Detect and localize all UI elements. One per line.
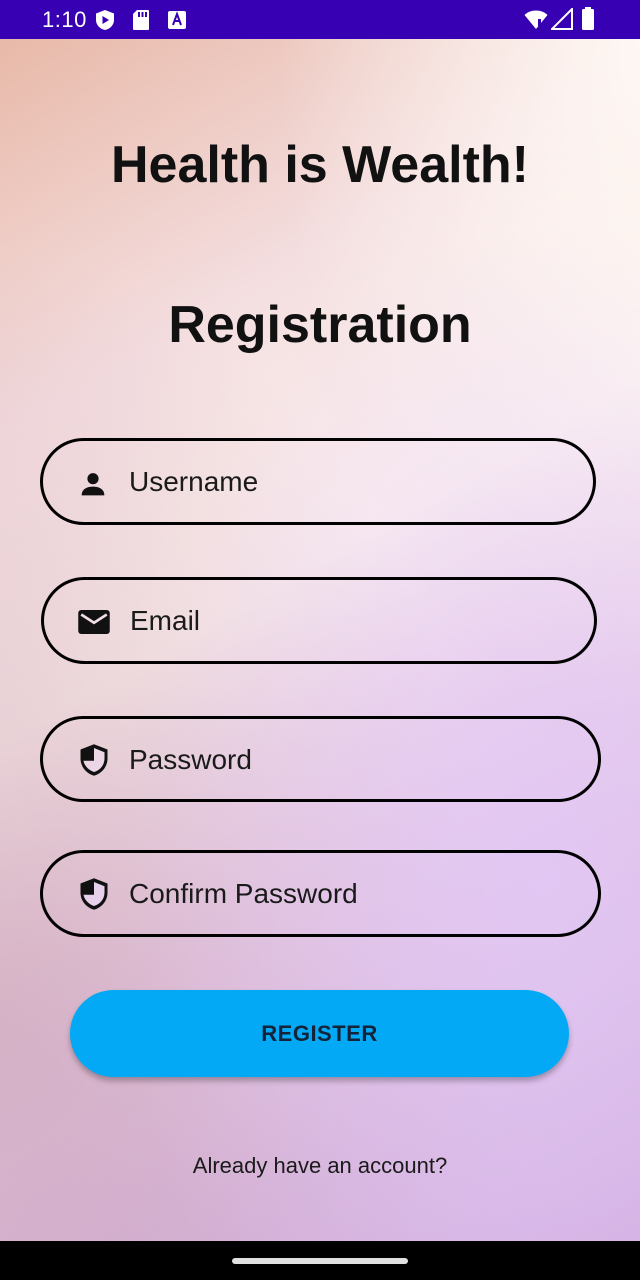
person-icon	[81, 473, 105, 496]
battery-icon	[582, 7, 594, 30]
registration-screen: Health is Wealth! Registration Username …	[0, 39, 640, 1241]
home-gesture-handle[interactable]	[232, 1258, 408, 1264]
shield-icon	[80, 878, 108, 910]
register-button[interactable]: REGISTER	[70, 990, 569, 1077]
status-time: 1:10	[42, 7, 87, 32]
password-placeholder: Password	[129, 744, 252, 775]
username-field[interactable]: Username	[40, 438, 596, 525]
confirm-password-placeholder: Confirm Password	[129, 878, 358, 909]
cell-signal-icon	[551, 8, 573, 30]
page-title: Registration	[168, 296, 472, 354]
accessibility-a-icon	[168, 11, 186, 29]
password-field[interactable]: Password	[40, 716, 601, 802]
status-bar: 1:10	[0, 0, 640, 39]
username-placeholder: Username	[129, 466, 259, 497]
mail-icon	[78, 610, 110, 634]
tagline: Health is Wealth!	[110, 136, 529, 194]
navigation-bar	[0, 1241, 640, 1280]
login-link[interactable]: Already have an account?	[0, 1153, 640, 1179]
play-protect-icon	[96, 10, 114, 30]
email-placeholder: Email	[130, 605, 201, 636]
email-field[interactable]: Email	[41, 577, 597, 664]
shield-icon	[80, 744, 108, 776]
confirm-password-field[interactable]: Confirm Password	[40, 850, 601, 937]
wifi-icon	[524, 10, 548, 29]
sd-card-icon	[133, 10, 149, 30]
